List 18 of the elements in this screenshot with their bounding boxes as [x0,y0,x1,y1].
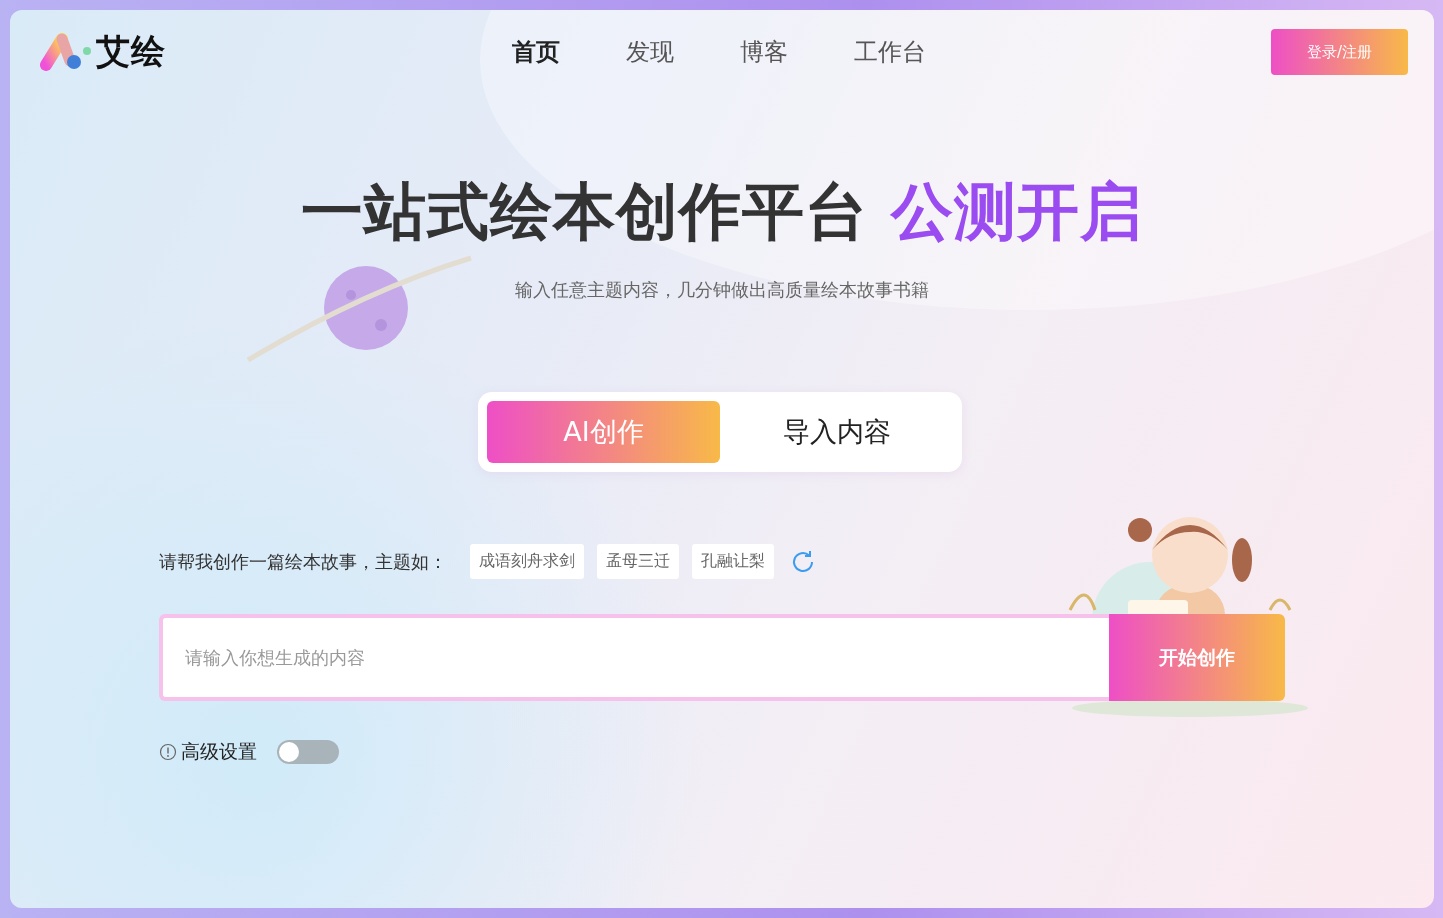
subtitle: 输入任意主题内容，几分钟做出高质量绘本故事书籍 [514,278,930,302]
nav-link[interactable]: 首页 [512,36,560,68]
mode-tab[interactable]: 导入内容 [720,401,953,463]
content-input-field[interactable]: 请输入你想生成的内容 [159,614,1109,701]
info-icon [159,743,177,761]
prompt-label: 请帮我创作一篇绘本故事，主题如： [159,549,447,574]
logo-text: 艾绘 [96,30,166,73]
topic-chip[interactable]: 孔融让梨 [692,544,774,579]
advanced-settings-toggle[interactable] [277,740,339,764]
logo-icon [40,33,92,71]
nav-link[interactable]: 工作台 [854,36,926,68]
advanced-settings-label: 高级设置 [181,739,257,764]
topic-chip[interactable]: 孟母三迁 [597,544,679,579]
headline: 一站式绘本创作平台 公测开启 [300,174,1144,250]
refresh-icon[interactable] [790,548,816,575]
nav-link[interactable]: 博客 [740,36,788,68]
nav-link[interactable]: 发现 [626,36,674,68]
topic-chip[interactable]: 成语刻舟求剑 [470,544,584,579]
